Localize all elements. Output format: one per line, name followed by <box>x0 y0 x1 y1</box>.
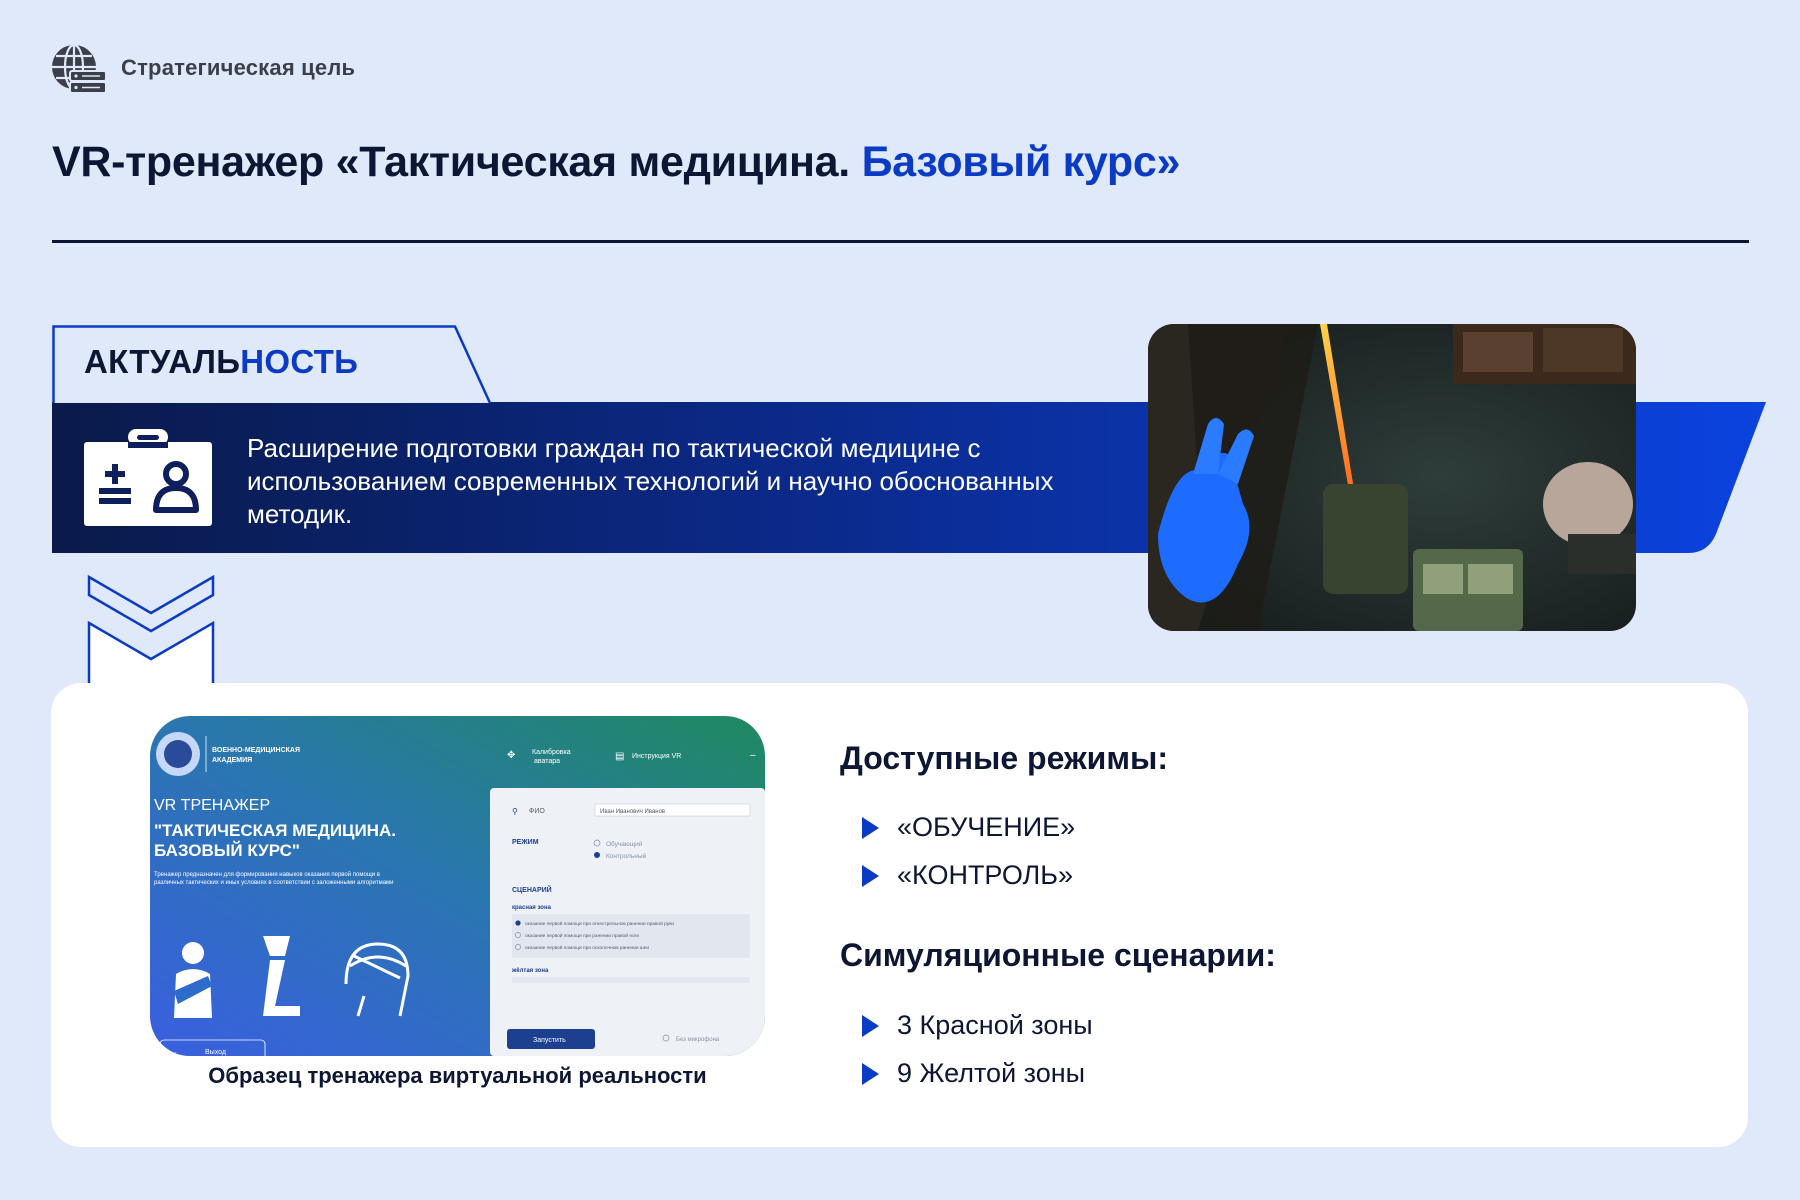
mode-radio-control[interactable] <box>594 852 600 858</box>
calibration-label-line2: аватара <box>534 758 560 765</box>
red-zone-label: красная зона <box>512 905 552 911</box>
scenario-count-yellow: 9 Желтой зоны <box>897 1058 1086 1088</box>
calibration-label-line1: Калибровка <box>532 748 571 756</box>
arrow-right-icon <box>862 1015 879 1037</box>
app-description: Тренажер предназначен для формирования н… <box>154 872 394 886</box>
section-label: Стратегическая цель <box>121 55 356 80</box>
scenario-item-2: оказание первой помощи при осколочном ра… <box>525 944 649 951</box>
title-divider <box>52 240 1749 243</box>
page-title: VR-тренажер «Тактическая медицина. Базов… <box>52 138 1180 187</box>
mode-option-control: Контрольный <box>606 852 646 860</box>
app-heading-small: VR ТРЕНАЖЕР <box>154 797 270 814</box>
mode-item-control: «КОНТРОЛЬ» <box>897 860 1074 890</box>
scenario-item-0: оказание первой помощи при огнестрельном… <box>525 920 674 927</box>
app-heading-line2: БАЗОВЫЙ КУРС" <box>154 841 300 860</box>
instruction-label: Инструкция VR <box>632 753 681 760</box>
mode-item-training: «ОБУЧЕНИЕ» <box>897 812 1076 842</box>
scenario-label: СЦЕНАРИЙ <box>512 885 552 894</box>
start-button-label: Запустить <box>533 1037 566 1044</box>
relevance-text: Расширение подготовки граждан по тактиче… <box>247 433 1054 529</box>
arrow-right-icon <box>862 865 879 887</box>
app-heading-line1: "ТАКТИЧЕСКАЯ МЕДИЦИНА. <box>154 821 396 840</box>
org-name-line2: АКАДЕМИЯ <box>212 757 252 764</box>
exit-label: Выход <box>205 1049 226 1056</box>
book-icon: ▤ <box>615 751 624 762</box>
org-name-line1: ВОЕННО-МЕДИЦИНСКАЯ <box>212 747 300 754</box>
arrow-right-icon <box>862 817 879 839</box>
yellow-zone-label: жёлтая зона <box>511 968 549 974</box>
mode-label: РЕЖИМ <box>512 839 539 846</box>
mode-option-training: Обучающий <box>606 840 643 848</box>
fio-value: Иван Иванович Иванов <box>600 809 665 815</box>
arrow-right-icon <box>862 1063 879 1085</box>
minimize-icon[interactable]: – <box>750 750 756 761</box>
calibration-icon: ✥ <box>507 750 515 761</box>
simulator-screenshot: ВОЕННО-МЕДИЦИНСКАЯ АКАДЕМИЯ ✥ Калибровка… <box>150 716 765 1056</box>
relevance-tab-label: АКТУАЛЬНОСТЬ <box>84 343 358 381</box>
page-title-part2: Базовый курс» <box>861 138 1181 186</box>
scenario-radio-0[interactable] <box>515 920 521 926</box>
relevance-tab-label-part1: АКТУАЛЬ <box>84 343 241 380</box>
scenarios-heading: Симуляционные сценарии: <box>840 937 1276 973</box>
fio-label: ФИО <box>529 808 545 815</box>
scenario-item-1: оказание первой помощи при ранении право… <box>525 932 639 939</box>
modes-heading: Доступные режимы: <box>840 740 1168 776</box>
scenario-count-red: 3 Красной зоны <box>897 1010 1093 1040</box>
page-title-part1: VR-тренажер «Тактическая медицина. <box>52 138 850 186</box>
start-button[interactable]: Запустить <box>507 1029 595 1049</box>
relevance-tab-label-part2: НОСТЬ <box>240 343 359 380</box>
globe-server-icon <box>52 43 107 94</box>
mic-option-label: Без микрофона <box>676 1037 720 1043</box>
screenshot-caption: Образец тренажера виртуальной реальности <box>208 1063 707 1088</box>
vr-scene-image <box>1148 324 1636 631</box>
medical-id-card-icon <box>84 429 212 526</box>
user-icon: ⚲ <box>512 807 518 816</box>
